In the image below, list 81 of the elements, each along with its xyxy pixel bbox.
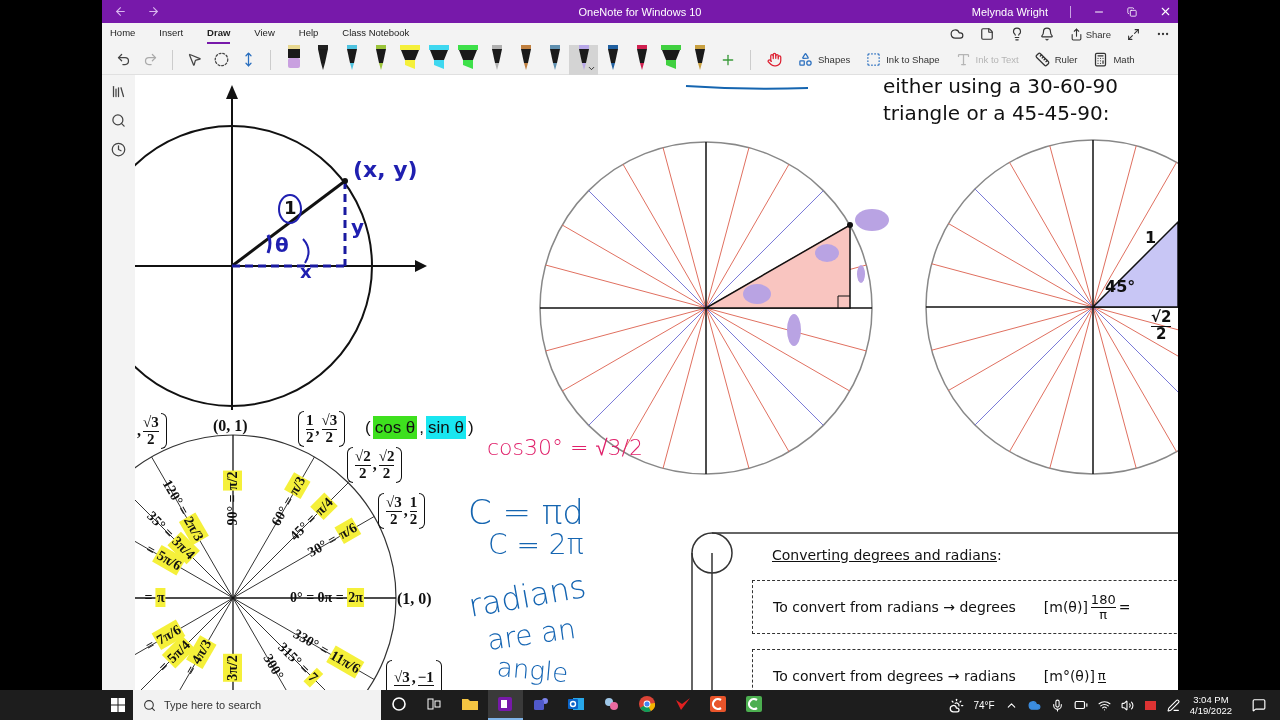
bell-icon[interactable]: [1039, 27, 1054, 41]
restore-icon[interactable]: [1127, 6, 1137, 17]
battery-icon[interactable]: [1073, 698, 1088, 712]
notifications-icon[interactable]: [1252, 698, 1266, 712]
axis-label: θ: [275, 235, 289, 255]
microphone-icon[interactable]: [1050, 698, 1064, 712]
tool-button[interactable]: Ink to Shape: [858, 52, 948, 67]
ruler-icon: [1034, 52, 1050, 67]
coordinate-label: ( cos θ , sin θ ): [365, 416, 474, 439]
share-button[interactable]: Share: [1069, 27, 1111, 41]
ink-to-text-icon: [955, 52, 971, 67]
note-text: either using a 30-60-90 triangle or a 45-45-90:: [883, 75, 1120, 127]
recent-icon[interactable]: [111, 142, 126, 157]
wifi-icon[interactable]: [1097, 698, 1111, 712]
pen-icon[interactable]: [1166, 698, 1180, 712]
task-view-icon: [425, 695, 444, 713]
volume-icon[interactable]: [1120, 698, 1134, 712]
share-icon: [1069, 27, 1083, 41]
sync-icon[interactable]: [949, 27, 964, 41]
arc-logo-icon: [709, 695, 728, 713]
forward-icon[interactable]: [147, 5, 160, 18]
redo-icon: [143, 52, 158, 67]
menu-tab[interactable]: Help: [298, 24, 319, 44]
browser-icon: [638, 695, 657, 713]
coordinate-label: (1, 0): [397, 591, 432, 607]
weather-icon[interactable]: [948, 697, 964, 713]
touch-draw-icon: [767, 52, 782, 67]
taskbar-app[interactable]: [487, 690, 523, 720]
menu-tab[interactable]: Insert: [159, 24, 184, 44]
axis-label: (x, y): [353, 159, 418, 181]
math-icon: [1093, 52, 1109, 67]
handwritten-note: angle: [496, 653, 570, 687]
outlook-icon: [567, 695, 586, 713]
weather-temperature[interactable]: 74°F: [973, 699, 995, 711]
handwritten-note: cos30° = √3/2: [487, 437, 643, 459]
search-field[interactable]: Type here to search: [133, 690, 381, 720]
arc-logo-icon: [744, 695, 763, 713]
teams-icon: [531, 695, 550, 713]
clock[interactable]: 3:04 PM 4/19/2022: [1189, 693, 1232, 717]
cortana-icon: [389, 695, 408, 713]
fullscreen-icon[interactable]: [1127, 27, 1140, 41]
triangle-label: 1: [1145, 230, 1157, 246]
handwritten-note: C = 2π: [488, 531, 584, 559]
angle-label: 3π/2: [226, 654, 240, 682]
snip-icon: [602, 695, 621, 713]
back-icon[interactable]: [114, 5, 127, 18]
sticky-note-icon[interactable]: [979, 27, 994, 41]
axis-label: 1: [284, 199, 297, 217]
axis-label: x: [300, 263, 312, 281]
tool-button[interactable]: Math: [1085, 52, 1143, 67]
conversion-formula: [m°(θ)] π: [1043, 668, 1106, 684]
pointer-icon: [187, 52, 202, 67]
box-icon[interactable]: [1143, 698, 1157, 712]
undo-icon: [116, 52, 131, 67]
axis-label: y: [351, 217, 365, 237]
shapes-icon: [798, 52, 813, 67]
notebooks-icon[interactable]: [111, 84, 126, 99]
window-title: OneNote for Windows 10: [578, 5, 702, 18]
search-icon[interactable]: [111, 113, 126, 128]
user-name: Melynda Wright: [971, 5, 1048, 18]
triangle-label: √2 2: [1151, 309, 1172, 343]
handwritten-note: C = πd: [468, 495, 584, 529]
coordinate-label: (0, 1): [213, 418, 248, 434]
section-title: Converting degrees and radians:: [772, 548, 1002, 562]
search-icon: [143, 698, 156, 712]
close-icon[interactable]: [1159, 5, 1172, 18]
tool-button[interactable]: Shapes: [790, 52, 859, 67]
lasso-icon: [214, 52, 229, 67]
ink-to-shape-icon: [866, 52, 882, 67]
menu-tab[interactable]: Home: [110, 24, 136, 44]
conversion-rule: To convert from degrees → radians: [773, 668, 1016, 684]
menu-tab[interactable]: Class Notebook: [342, 24, 410, 44]
menu-tab[interactable]: View: [254, 24, 275, 44]
angle-label: = π: [144, 591, 166, 605]
windows-logo-icon: [111, 698, 125, 712]
angle-label: 90° = π/2: [226, 470, 240, 526]
tool-button[interactable]: Ruler: [1026, 52, 1086, 67]
pen-button[interactable]: [569, 44, 598, 75]
cloud-icon[interactable]: [1027, 698, 1041, 712]
conversion-rule: To convert from radians → degrees: [773, 599, 1016, 615]
onenote-icon: [496, 695, 515, 713]
